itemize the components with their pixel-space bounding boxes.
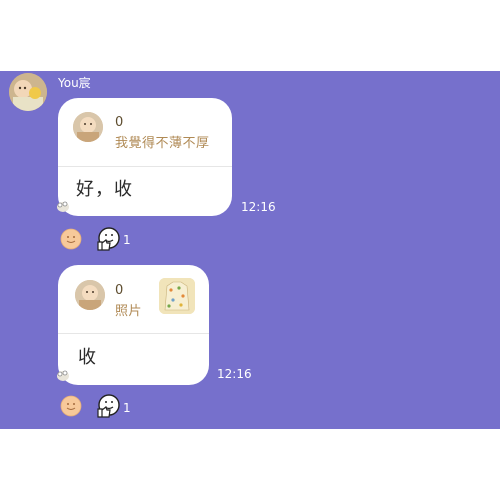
- message-text: 好，收: [76, 179, 133, 200]
- read-receipt-icon: [57, 370, 69, 381]
- message-time: 12:16: [241, 200, 276, 214]
- sender-avatar[interactable]: [9, 73, 47, 111]
- profile-photo-icon: [73, 112, 103, 142]
- photo-thumbnail[interactable]: [159, 278, 195, 314]
- reaction-count: 1: [123, 401, 131, 415]
- reply-quoted-text: 我覺得不薄不厚: [115, 136, 210, 151]
- reply-sender-name: 0: [115, 115, 124, 130]
- reply-quoted-text: 照片: [115, 304, 143, 319]
- smile-emoji-icon[interactable]: [60, 228, 82, 250]
- reaction-count: 1: [123, 233, 131, 247]
- profile-photo-icon: [9, 73, 47, 111]
- bubble-divider: [58, 166, 232, 167]
- thumbs-up-sticker-icon[interactable]: [95, 226, 121, 252]
- message-bubble[interactable]: 0 我覺得不薄不厚 好，收: [58, 98, 232, 216]
- thumbs-up-sticker-icon[interactable]: [95, 393, 121, 419]
- message-bubble[interactable]: 0 照片 收: [58, 265, 209, 385]
- smile-emoji-icon[interactable]: [60, 395, 82, 417]
- profile-photo-icon: [75, 280, 105, 310]
- sender-name: You宸: [58, 76, 91, 90]
- reply-avatar: [75, 280, 105, 310]
- reply-sender-name: 0: [115, 283, 124, 298]
- read-receipt-icon: [57, 201, 69, 212]
- photo-thumbnail-icon: [159, 278, 195, 314]
- message-time: 12:16: [217, 367, 252, 381]
- bubble-divider: [58, 333, 209, 334]
- reply-avatar: [73, 112, 103, 142]
- message-text: 收: [78, 347, 97, 368]
